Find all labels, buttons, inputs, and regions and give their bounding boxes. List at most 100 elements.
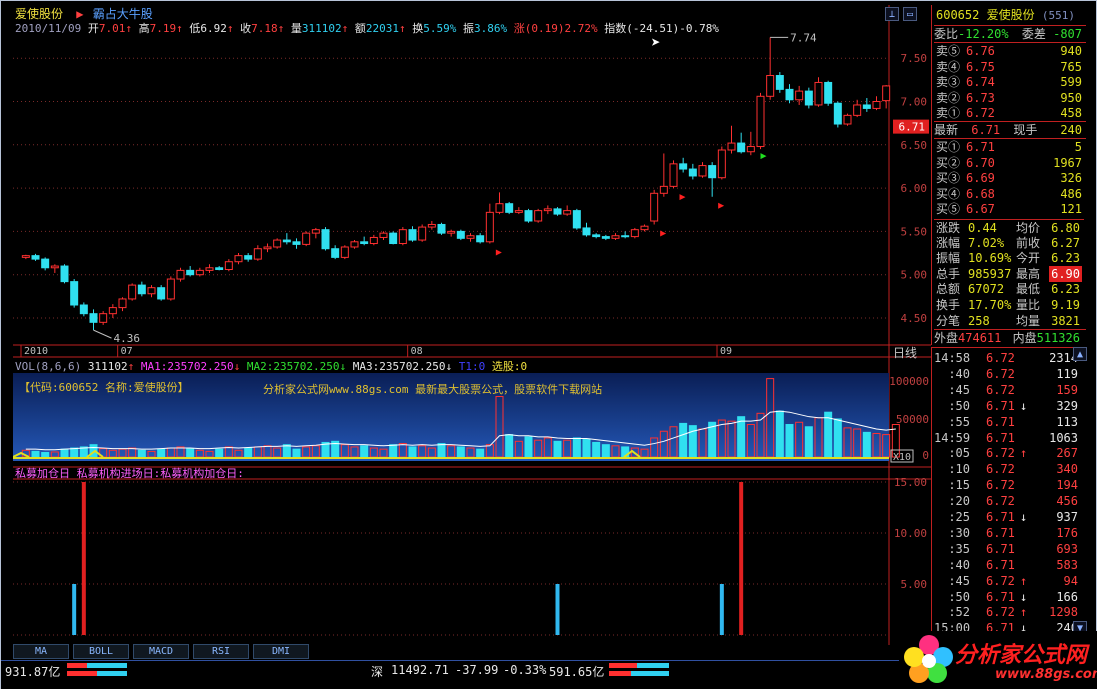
candle: [804, 90, 813, 106]
volume-bar: [389, 444, 398, 458]
sz-mini-bar-2r: [609, 671, 631, 676]
tick-row[interactable]: :40 6.72 119: [932, 366, 1082, 382]
buy-order-row[interactable]: 买④ 6.68 486: [934, 186, 1084, 202]
order-price: 6.74: [966, 75, 995, 90]
sell-order-row[interactable]: 卖② 6.73 950: [934, 90, 1084, 106]
close-label: 收: [240, 22, 252, 35]
buy-order-row[interactable]: 买② 6.70 1967: [934, 155, 1084, 171]
tick-row[interactable]: 14:58 6.72 2314: [932, 350, 1082, 366]
candle: [41, 258, 50, 269]
candle: [824, 81, 833, 104]
tab-macd[interactable]: MACD: [133, 644, 189, 659]
candle: [79, 304, 88, 315]
tick-row[interactable]: :15 6.72 194: [932, 477, 1082, 493]
tick-price: 6.72: [986, 462, 1015, 477]
candle: [659, 185, 668, 194]
high-value: 7.19: [149, 22, 177, 35]
candle: [775, 75, 784, 90]
candle: [340, 246, 349, 258]
stat-value: 67072: [968, 282, 1005, 297]
price-tick-label: 5.50: [901, 225, 928, 238]
stat-row: 总手 985937 最高 6.90: [934, 265, 1084, 282]
volume-bar: [137, 449, 146, 458]
stat-label: 分笔: [936, 313, 961, 328]
tab-ma[interactable]: MA: [13, 644, 69, 659]
chart-area[interactable]: 7.50 7.00 6.50 6.00 5.50 5.00 4.50 7.74 4.36 6.71…: [12, 5, 983, 645]
candle: [128, 284, 137, 300]
tick-row[interactable]: :52 6.72 ↑ 1298: [932, 604, 1082, 620]
candle: [389, 232, 398, 245]
flag-icon: ▶: [76, 7, 84, 21]
tick-row[interactable]: :50 6.71 ↓ 329: [932, 398, 1082, 414]
tab-dmi[interactable]: DMI: [253, 644, 309, 659]
stat-label: 今开: [1016, 251, 1041, 266]
candle: [746, 146, 755, 153]
day-line-button[interactable]: 日线: [893, 344, 917, 361]
tick-volume: 119: [1056, 366, 1078, 381]
indicator-bar: [719, 584, 724, 635]
price-tick-label: 7.50: [901, 52, 928, 65]
tab-boll[interactable]: BOLL: [73, 644, 129, 659]
tick-row[interactable]: :45 6.72 159: [932, 382, 1082, 398]
tick-arrow-icon: ↑: [1020, 573, 1028, 588]
tick-row[interactable]: :45 6.72 ↑ 94: [932, 573, 1082, 589]
stat-value: 6.90: [1049, 265, 1082, 282]
sell-order-row[interactable]: 卖③ 6.74 599: [934, 74, 1084, 90]
low-mark-label: 4.36: [114, 332, 141, 345]
tick-row[interactable]: :30 6.71 176: [932, 525, 1082, 541]
tick-row[interactable]: :40 6.71 583: [932, 557, 1082, 573]
buy-order-row[interactable]: 买③ 6.69 326: [934, 170, 1084, 186]
chg-label: 涨: [513, 22, 525, 35]
stat-row: 涨幅 7.02% 前收 6.27: [934, 235, 1084, 251]
sz-mini-bar-red: [609, 663, 637, 668]
down-arrow-icon: ↓: [339, 360, 347, 373]
tab-rsi[interactable]: RSI: [193, 644, 249, 659]
candle: [311, 229, 320, 234]
order-volume: 5: [1074, 140, 1082, 154]
tick-row[interactable]: :35 6.71 693: [932, 541, 1082, 557]
volume-bar: [186, 448, 195, 458]
pin-button[interactable]: ⊥: [885, 7, 899, 21]
sell-order-row[interactable]: 卖① 6.72 458: [934, 105, 1084, 121]
tick-volume: 583: [1056, 557, 1078, 572]
restore-button[interactable]: ▭: [903, 7, 917, 21]
sell-order-row[interactable]: 卖⑤ 6.76 940: [934, 43, 1084, 59]
buy-order-row[interactable]: 买⑤ 6.67 121: [934, 201, 1084, 217]
indicator-bar: [739, 482, 744, 635]
buy-order-row[interactable]: 买① 6.71 5: [934, 139, 1084, 155]
tick-row[interactable]: 14:59 6.71 1063: [932, 430, 1082, 446]
order-level-label: 买④: [936, 186, 961, 201]
candle: [331, 248, 340, 258]
scroll-up-button[interactable]: ▲: [1073, 347, 1087, 361]
date-label: 2010: [24, 346, 48, 357]
tick-row[interactable]: :25 6.71 ↓ 937: [932, 509, 1082, 525]
tick-row[interactable]: :10 6.72 340: [932, 461, 1082, 477]
tick-row[interactable]: :20 6.72 456: [932, 493, 1082, 509]
order-level-label: 买①: [936, 140, 961, 154]
candle: [524, 210, 533, 222]
kline-chart[interactable]: 7.50 7.00 6.50 6.00 5.50 5.00 4.50 7.74 4.36 6.71…: [12, 5, 983, 645]
tick-list[interactable]: 14:58 6.72 2314:40 6.72 119:45 6.72 159:50 6.71…: [931, 347, 1086, 638]
tick-row[interactable]: :55 6.71 113: [932, 414, 1082, 430]
volume-bar: [524, 436, 533, 458]
outer-inner-row: 外盘474611 内盘511326: [934, 329, 1086, 346]
site-logo: 分析家公式网 www.88gs.com: [899, 631, 1097, 689]
tick-price: 6.71: [986, 557, 1015, 572]
volume-bar: [572, 437, 581, 458]
vol-value: 311102: [301, 22, 342, 35]
candle: [205, 267, 214, 271]
tick-row[interactable]: :50 6.71 ↓ 166: [932, 589, 1082, 605]
volume-bar: [582, 438, 591, 458]
sell-order-row[interactable]: 卖④ 6.75 765: [934, 59, 1084, 75]
candle: [592, 234, 601, 238]
candle: [398, 229, 407, 245]
flower-logo-icon: [904, 635, 953, 683]
open-value: 7.01: [98, 22, 126, 35]
high-label: 高: [138, 22, 150, 35]
volume-bar: [505, 434, 514, 458]
tick-row[interactable]: :05 6.72 ↑ 267: [932, 445, 1082, 461]
tick-price: 6.72: [986, 494, 1015, 509]
stat-label: 换手: [936, 298, 961, 312]
stat-label: 总额: [936, 282, 961, 297]
sz-label: 深: [371, 665, 384, 679]
